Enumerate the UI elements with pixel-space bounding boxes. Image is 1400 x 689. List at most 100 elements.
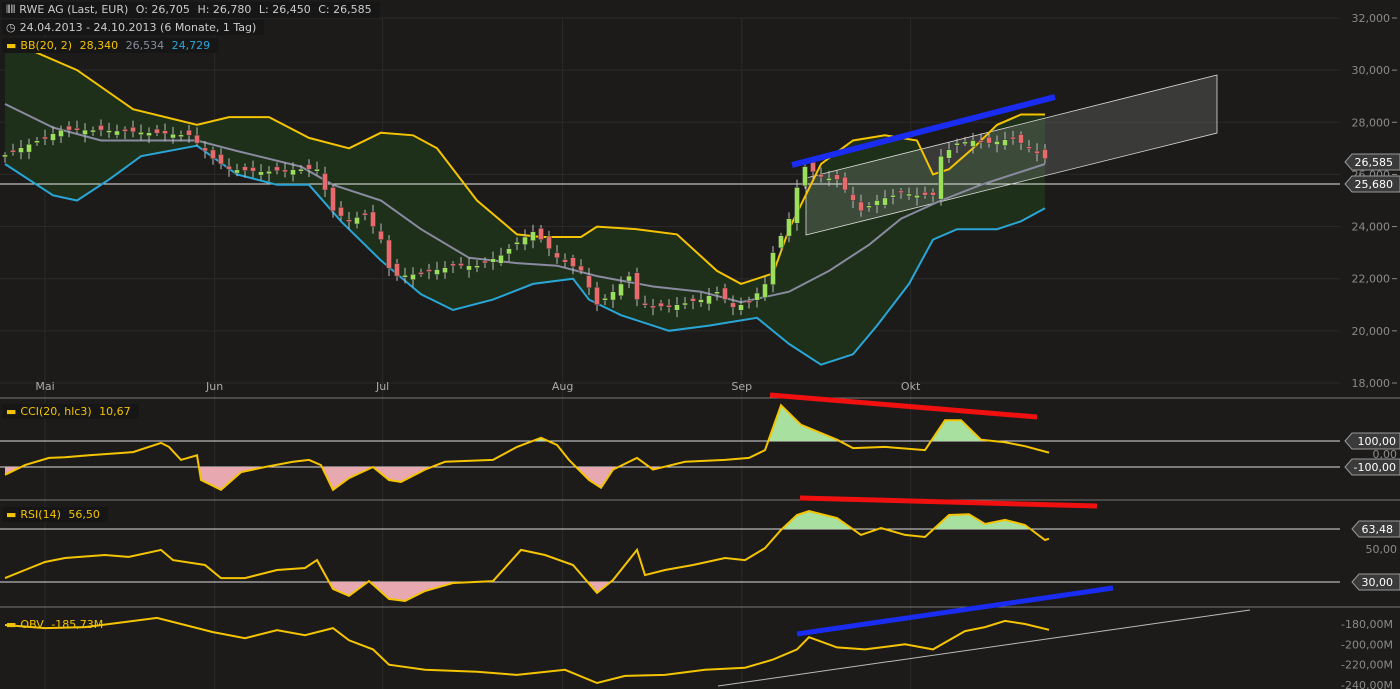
bb-legend[interactable]: ▬ BB(20, 2) 28,340 26,534 24,729 — [2, 38, 219, 53]
candle-up — [906, 193, 912, 197]
candle-up — [682, 302, 688, 306]
cci-legend[interactable]: ▬ CCI(20, hlc3) 10,67 — [2, 404, 139, 419]
obv-value: -185,73M — [51, 618, 104, 631]
candle-down — [930, 191, 936, 196]
candle-up — [138, 132, 144, 135]
last-price-tag: 26,585 — [1344, 153, 1400, 171]
candle-up — [354, 217, 360, 225]
obv-label: OBV — [20, 618, 44, 631]
bb-upper-value: 28,340 — [79, 39, 119, 52]
candle-down — [282, 169, 288, 173]
candle-up — [610, 291, 616, 301]
candle-up — [266, 171, 272, 175]
hline-tag: 25,680 — [1344, 175, 1400, 193]
candle-down — [378, 230, 384, 240]
candle-up — [402, 274, 408, 278]
candle-down — [570, 257, 576, 267]
trendline-red-rsi[interactable] — [799, 495, 1098, 509]
clock-icon: ◷ — [6, 21, 16, 34]
candle-up — [794, 187, 800, 224]
candle-down — [834, 174, 840, 180]
candle-down — [922, 191, 928, 196]
candle-down — [978, 140, 984, 143]
candle-down — [122, 129, 128, 132]
candle-down — [130, 127, 136, 133]
candle-down — [986, 136, 992, 144]
candle-down — [450, 263, 456, 267]
rsi-label: RSI(14) — [20, 508, 61, 521]
candle-up — [778, 235, 784, 249]
candle-down — [186, 129, 192, 136]
candle-down — [98, 125, 104, 131]
candle-down — [842, 176, 848, 191]
chart-window: 32,000 30,000 28,000 26,000 24,000 22,000 20,0… — [0, 0, 1400, 689]
candle-down — [154, 128, 160, 134]
cci-value: 10,67 — [99, 405, 131, 418]
month-label: Mai — [35, 380, 54, 393]
candle-up — [506, 248, 512, 255]
candle — [794, 179, 800, 231]
chart-canvas[interactable]: 32,00030,00028,00026,00024,00022,00020,0… — [0, 0, 1400, 689]
rsi-lower-tag: 30,00 — [1351, 573, 1400, 591]
bb-lower-value: 24,729 — [171, 39, 211, 52]
price-tick-label: 22,000 — [1352, 273, 1391, 286]
candle-down — [658, 302, 664, 307]
candle-down — [322, 173, 328, 191]
candle-down — [194, 134, 200, 144]
cci-line — [4, 403, 1050, 492]
candle-up — [970, 140, 976, 147]
candle-down — [330, 187, 336, 212]
rsi-upper-value: 63,48 — [1362, 523, 1394, 536]
rsi-overbought-fill — [5, 511, 1049, 529]
candle-up — [962, 141, 968, 145]
candle-up — [82, 129, 88, 135]
bb-label: BB(20, 2) — [20, 39, 73, 52]
candle-up — [490, 258, 496, 263]
high-value: H: 26,780 — [197, 3, 252, 16]
candle-up — [434, 269, 440, 275]
date-range: ◷ 24.04.2013 - 24.10.2013 (6 Monate, 1 Ta… — [2, 20, 265, 35]
rsi-oversold-fill — [5, 582, 1049, 601]
obv-tick-label: -240,00M — [1341, 679, 1393, 689]
candle-down — [690, 298, 696, 302]
candle-up — [410, 274, 416, 280]
candle-down — [850, 194, 856, 201]
candle-up — [786, 218, 792, 237]
month-label: Jun — [205, 380, 223, 393]
candle-down — [594, 286, 600, 306]
candle-up — [714, 291, 720, 294]
obv-legend[interactable]: ▬ OBV -185,73M — [2, 617, 111, 632]
candle-down — [394, 263, 400, 277]
candle-up — [474, 265, 480, 268]
obv-swatch-icon: ▬ — [6, 618, 17, 631]
candle-down — [810, 162, 816, 173]
candle-up — [754, 292, 760, 301]
candle-down — [578, 265, 584, 272]
candle-up — [1002, 139, 1008, 146]
candle-down — [1010, 136, 1016, 140]
candle-down — [898, 190, 904, 194]
candle-up — [954, 142, 960, 146]
candle-down — [162, 130, 168, 135]
candle-up — [618, 283, 624, 297]
candle-down — [74, 127, 80, 131]
candle-up — [290, 169, 296, 176]
candle-up — [106, 130, 112, 133]
trendline-blue-obv[interactable] — [796, 585, 1114, 637]
rsi-upper-tag: 63,48 — [1351, 520, 1400, 538]
candle-down — [202, 147, 208, 152]
candle-down — [370, 211, 376, 227]
cci-minus100-value: -100,00 — [1354, 461, 1396, 474]
candle-up — [466, 265, 472, 271]
candle-up — [674, 304, 680, 311]
month-label: Jul — [375, 380, 389, 393]
candle-down — [338, 207, 344, 217]
candle-down — [858, 201, 864, 212]
candle-down — [346, 219, 352, 222]
candle-down — [554, 252, 560, 259]
rsi-legend[interactable]: ▬ RSI(14) 56,50 — [2, 507, 108, 522]
candle-down — [426, 269, 432, 272]
price-tick-label: 20,000 — [1352, 325, 1391, 338]
candle-down — [1026, 146, 1032, 149]
cci-label: CCI(20, hlc3) — [20, 405, 92, 418]
